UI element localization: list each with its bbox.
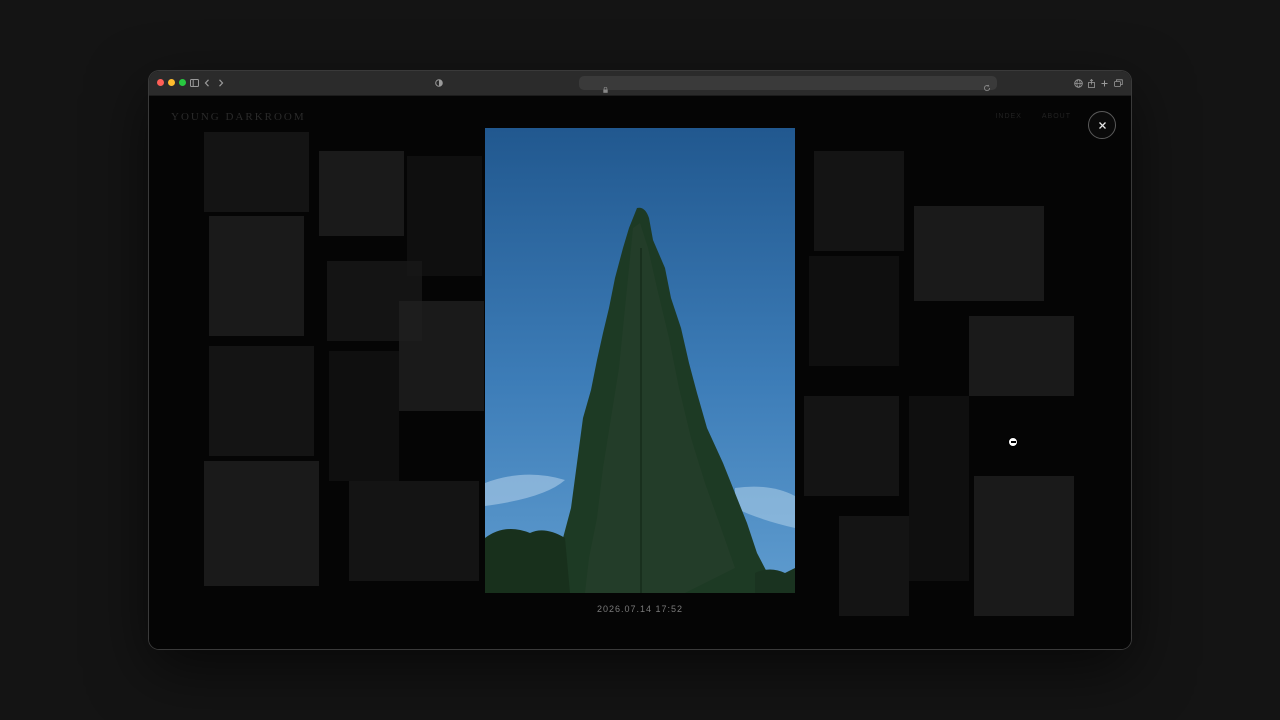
gallery-thumbnail xyxy=(349,481,479,581)
back-icon[interactable] xyxy=(203,76,211,90)
gallery-thumbnail xyxy=(319,151,404,236)
new-tab-icon[interactable] xyxy=(1100,76,1108,90)
share-icon[interactable] xyxy=(1087,76,1095,90)
web-page: YOUNG DARKROOM INDEX ABOUT 2026.07.14 17… xyxy=(149,96,1131,649)
globe-icon[interactable] xyxy=(1073,76,1083,90)
browser-toolbar xyxy=(149,71,1131,96)
gallery-thumbnail xyxy=(204,132,309,212)
close-window-button[interactable] xyxy=(157,79,164,86)
zoom-out-cursor-icon xyxy=(1008,437,1018,447)
reload-icon[interactable] xyxy=(983,79,991,97)
gallery-thumbnail xyxy=(209,216,304,336)
gallery-thumbnail xyxy=(974,476,1074,616)
gallery-thumbnail xyxy=(814,151,904,251)
gallery-thumbnail xyxy=(804,396,899,496)
gallery-thumbnail xyxy=(809,256,899,366)
browser-window: YOUNG DARKROOM INDEX ABOUT 2026.07.14 17… xyxy=(149,71,1131,649)
gallery-thumbnail xyxy=(839,516,909,616)
gallery-thumbnail xyxy=(329,351,399,481)
gallery-thumbnail xyxy=(399,301,484,411)
site-logo[interactable]: YOUNG DARKROOM xyxy=(171,111,306,123)
gallery-thumbnail xyxy=(204,461,319,586)
address-bar[interactable] xyxy=(579,76,997,93)
tree-photo xyxy=(485,128,795,593)
tabs-icon[interactable] xyxy=(1113,76,1123,90)
lightbox-photo[interactable] xyxy=(485,128,795,593)
shield-icon[interactable] xyxy=(435,76,443,90)
zoom-window-button[interactable] xyxy=(179,79,186,86)
gallery-thumbnail xyxy=(209,346,314,456)
gallery-thumbnail xyxy=(914,206,1044,301)
nav-item-index[interactable]: INDEX xyxy=(995,113,1021,120)
photo-timestamp: 2026.07.14 17:52 xyxy=(596,604,684,614)
site-nav: INDEX ABOUT xyxy=(995,113,1071,120)
forward-icon[interactable] xyxy=(217,76,225,90)
minimize-window-button[interactable] xyxy=(168,79,175,86)
gallery-thumbnail xyxy=(909,396,969,581)
nav-item-about[interactable]: ABOUT xyxy=(1042,113,1071,120)
sidebar-icon[interactable] xyxy=(189,76,199,90)
gallery-thumbnail xyxy=(407,156,482,276)
gallery-thumbnail xyxy=(969,316,1074,396)
close-button[interactable] xyxy=(1088,111,1116,139)
close-icon xyxy=(1098,121,1106,129)
